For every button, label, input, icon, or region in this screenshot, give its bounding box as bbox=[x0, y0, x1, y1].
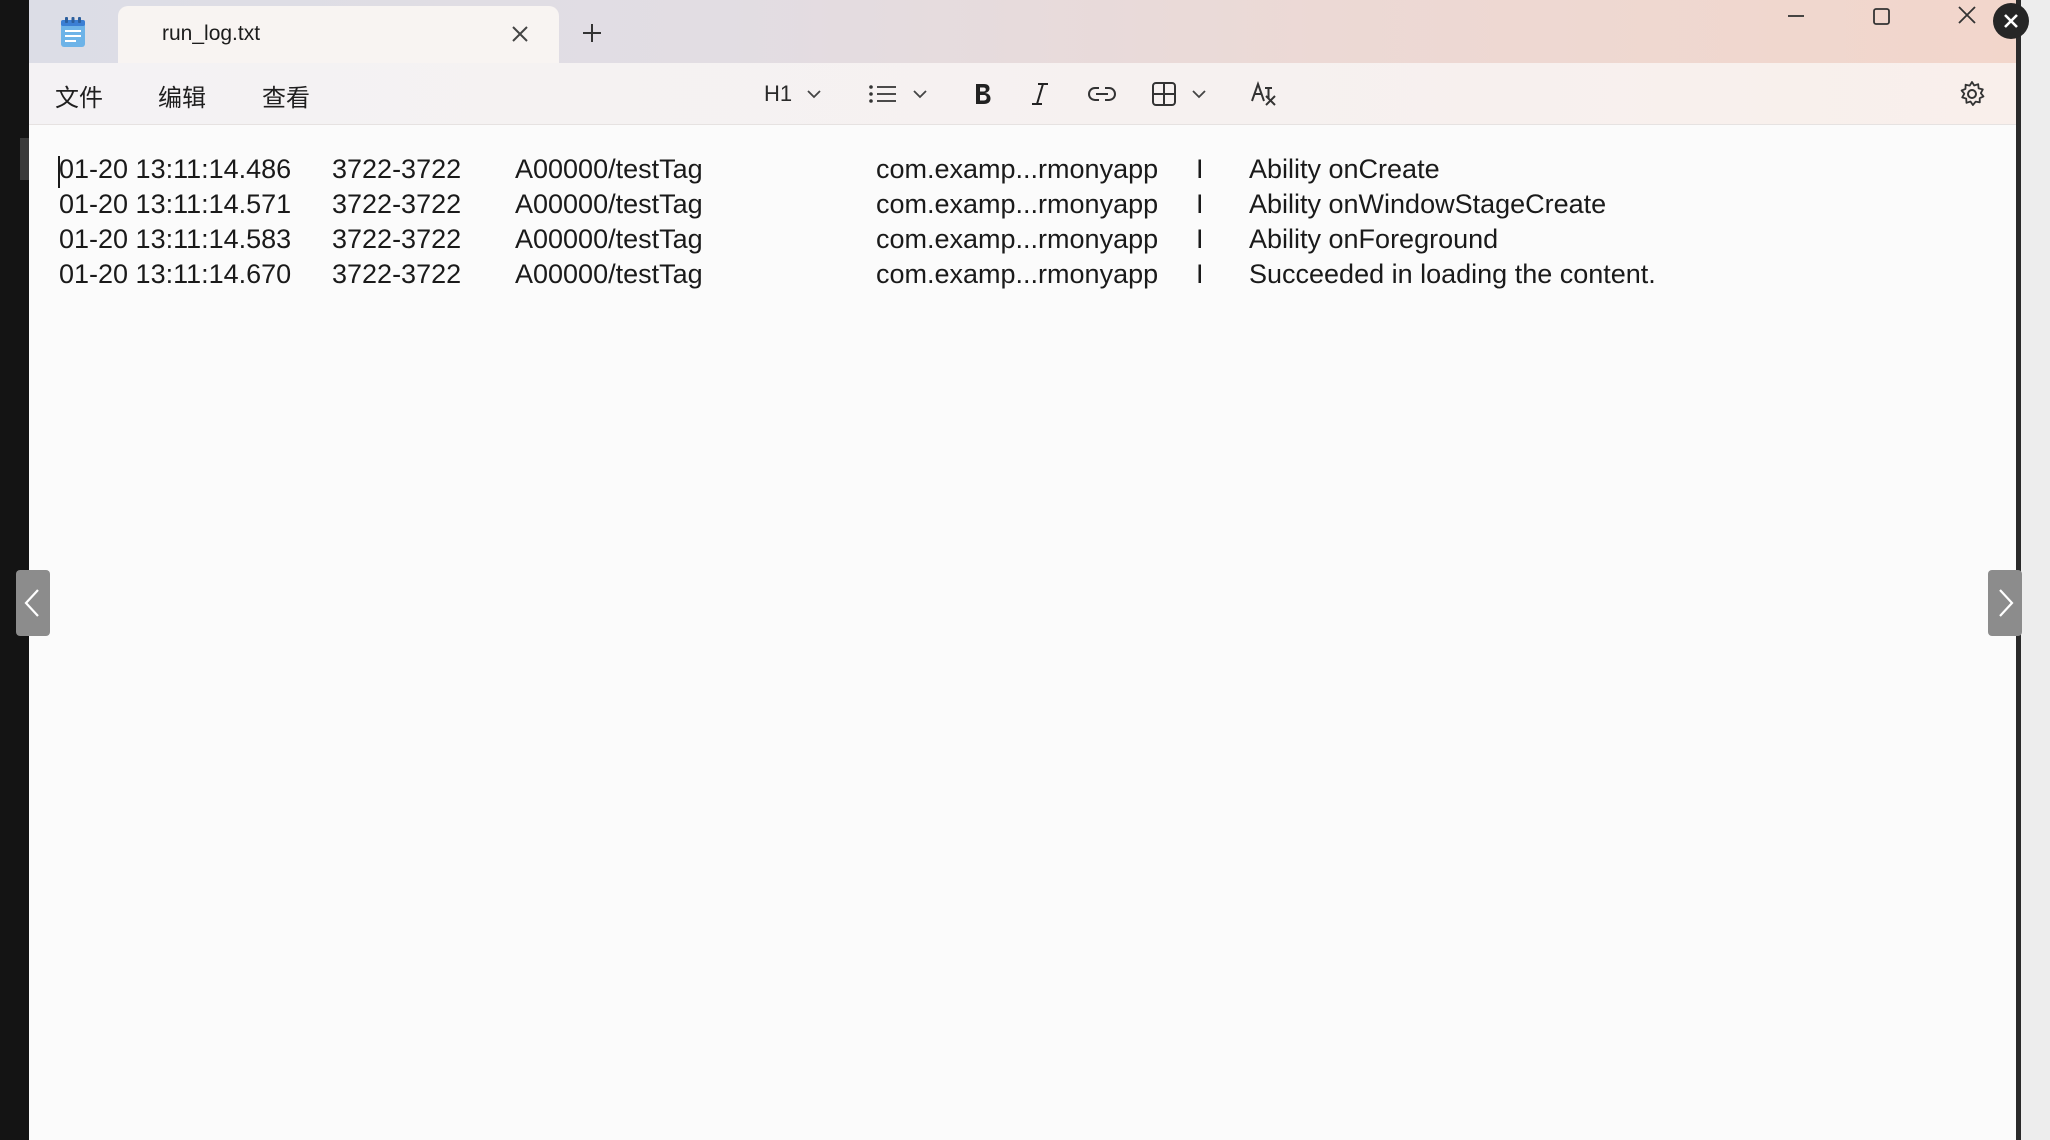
link-button[interactable] bbox=[1087, 76, 1117, 112]
bulleted-list-icon bbox=[868, 83, 898, 105]
table-icon bbox=[1151, 81, 1177, 107]
notepad-icon bbox=[60, 16, 86, 48]
heading-dropdown[interactable]: H1 bbox=[764, 76, 822, 112]
log-level: I bbox=[1196, 154, 1204, 184]
log-message: Ability onWindowStageCreate bbox=[1249, 189, 1607, 219]
bold-icon bbox=[972, 81, 994, 107]
menu-bar: 文件 编辑 查看 H1 bbox=[29, 63, 2016, 125]
chevron-left-icon bbox=[16, 589, 50, 640]
log-pid: 3722-3722 bbox=[332, 224, 462, 254]
chevron-down-icon bbox=[912, 89, 928, 99]
heading-label: H1 bbox=[764, 81, 793, 106]
next-button[interactable] bbox=[1988, 570, 2022, 636]
settings-button[interactable] bbox=[1958, 76, 1986, 112]
tab-run-log[interactable]: run_log.txt bbox=[118, 6, 559, 63]
tab-title: run_log.txt bbox=[162, 22, 261, 45]
close-icon[interactable] bbox=[507, 21, 533, 47]
plus-icon[interactable] bbox=[580, 21, 604, 45]
log-level: I bbox=[1196, 189, 1204, 219]
chevron-down-icon bbox=[1191, 89, 1207, 99]
clear-formatting-icon bbox=[1249, 80, 1279, 108]
log-package: com.examp...rmonyapp bbox=[876, 224, 1159, 254]
maximize-icon[interactable] bbox=[1861, 2, 1901, 34]
chevron-down-icon bbox=[806, 89, 822, 99]
log-message: Succeeded in loading the content. bbox=[1249, 259, 1656, 289]
italic-icon bbox=[1029, 81, 1051, 107]
overlay-close-button[interactable] bbox=[1993, 3, 2029, 39]
log-timestamp: 01-20 13:11:14.670 bbox=[59, 259, 292, 289]
menu-edit[interactable]: 编辑 bbox=[158, 78, 206, 113]
window-close-icon[interactable] bbox=[1947, 2, 1987, 34]
menu-file[interactable]: 文件 bbox=[55, 78, 103, 113]
log-line: 01-20 13:11:14.486 3722-3722 A00000/test… bbox=[29, 154, 2016, 189]
notepad-window: run_log.txt 文件 编辑 查看 H1 01-20 13:11:14.4… bbox=[29, 0, 2016, 1140]
log-package: com.examp...rmonyapp bbox=[876, 259, 1159, 289]
log-pid: 3722-3722 bbox=[332, 189, 462, 219]
background-window-edge bbox=[20, 138, 29, 180]
log-tag: A00000/testTag bbox=[515, 259, 703, 289]
close-icon bbox=[1993, 14, 2029, 43]
list-dropdown[interactable] bbox=[868, 76, 928, 112]
log-tag: A00000/testTag bbox=[515, 189, 703, 219]
bold-button[interactable] bbox=[972, 76, 994, 112]
menu-view[interactable]: 查看 bbox=[262, 78, 310, 113]
log-pid: 3722-3722 bbox=[332, 259, 462, 289]
log-level: I bbox=[1196, 224, 1204, 254]
log-tag: A00000/testTag bbox=[515, 224, 703, 254]
italic-button[interactable] bbox=[1029, 76, 1051, 112]
log-package: com.examp...rmonyapp bbox=[876, 189, 1159, 219]
chevron-right-icon bbox=[1988, 589, 2022, 640]
log-tag: A00000/testTag bbox=[515, 154, 703, 184]
log-timestamp: 01-20 13:11:14.571 bbox=[59, 189, 292, 219]
log-message: Ability onCreate bbox=[1249, 154, 1440, 184]
table-dropdown[interactable] bbox=[1151, 76, 1207, 112]
minimize-icon[interactable] bbox=[1776, 2, 1816, 34]
log-line: 01-20 13:11:14.583 3722-3722 A00000/test… bbox=[29, 224, 2016, 259]
log-line: 01-20 13:11:14.670 3722-3722 A00000/test… bbox=[29, 259, 2016, 294]
log-timestamp: 01-20 13:11:14.486 bbox=[59, 154, 292, 184]
log-timestamp: 01-20 13:11:14.583 bbox=[59, 224, 292, 254]
clear-formatting-button[interactable] bbox=[1249, 76, 1279, 112]
log-line: 01-20 13:11:14.571 3722-3722 A00000/test… bbox=[29, 189, 2016, 224]
gear-icon bbox=[1958, 80, 1986, 108]
log-message: Ability onForeground bbox=[1249, 224, 1499, 254]
previous-button[interactable] bbox=[16, 570, 50, 636]
log-pid: 3722-3722 bbox=[332, 154, 462, 184]
title-bar: run_log.txt bbox=[29, 0, 2016, 63]
text-editor[interactable]: 01-20 13:11:14.486 3722-3722 A00000/test… bbox=[29, 126, 2016, 1140]
log-level: I bbox=[1196, 259, 1204, 289]
log-package: com.examp...rmonyapp bbox=[876, 154, 1159, 184]
link-icon bbox=[1087, 84, 1117, 104]
